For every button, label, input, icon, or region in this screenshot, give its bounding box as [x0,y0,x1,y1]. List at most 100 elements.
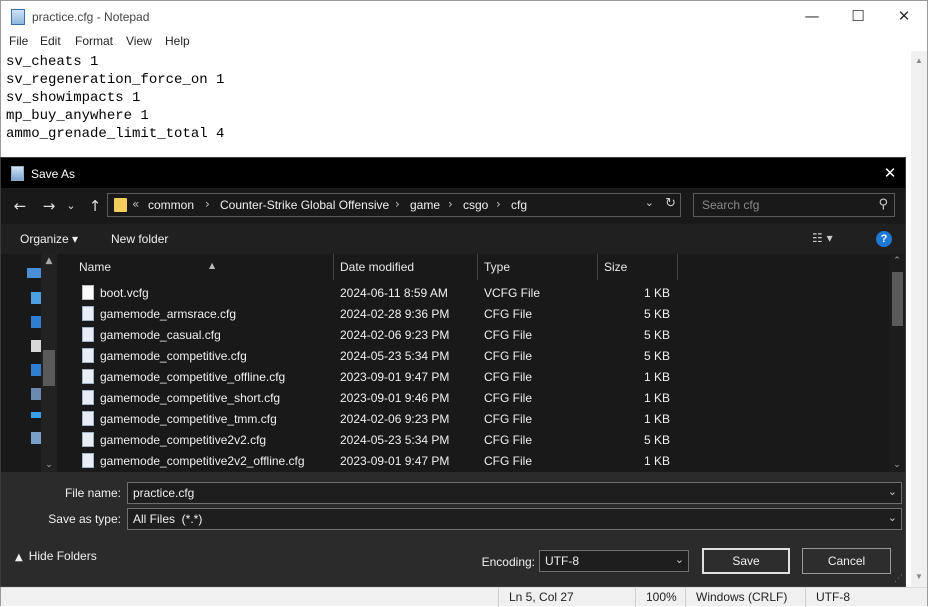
breadcrumb-game[interactable]: game [410,198,440,212]
scroll-up-arrow-icon[interactable]: ⌃ [889,256,905,266]
view-options-icon[interactable]: ☷ ▾ [812,231,833,245]
file-type: VCFG File [484,286,541,300]
videos-icon[interactable] [31,432,41,444]
file-name: gamemode_competitive2v2_offline.cfg [100,454,305,468]
pictures-icon[interactable] [31,412,41,418]
file-name-combobox[interactable]: ⌄ [127,482,902,504]
file-row[interactable]: gamemode_competitive_short.cfg 2023-09-01… [63,387,889,408]
file-type: CFG File [484,391,532,405]
breadcrumb-overflow[interactable]: « [132,197,139,211]
editor-line: mp_buy_anywhere 1 [6,108,149,124]
scroll-down-arrow-icon[interactable]: ▼ [911,569,927,585]
breadcrumb-csgo[interactable]: csgo [463,198,488,212]
address-bar[interactable]: « common › Counter-Strike Global Offensi… [107,193,681,217]
back-arrow-icon[interactable]: ← [10,196,30,216]
sort-ascending-icon: ▲ [209,261,216,270]
help-icon[interactable]: ? [876,231,892,247]
refresh-icon[interactable]: ↻ [665,196,676,211]
scroll-up-arrow-icon[interactable]: ▲ [41,256,57,266]
save-button[interactable]: Save [702,548,790,574]
window-title: practice.cfg - Notepad [32,10,150,24]
file-date-modified: 2023-09-01 9:47 PM [340,370,450,384]
menu-view[interactable]: View [126,34,152,48]
scrollbar-thumb[interactable] [43,350,55,386]
save-as-type-select[interactable]: All Files (*.*) ⌄ [127,508,902,530]
editor-scrollbar[interactable]: ▲ ▼ [911,51,927,587]
computer-icon[interactable] [27,268,41,278]
cancel-button[interactable]: Cancel [802,548,891,574]
menu-bar: File Edit Format View Help [1,32,927,51]
desktop-icon[interactable] [31,316,41,328]
navigation-pane[interactable]: ▲ ⌄ [1,254,63,472]
file-date-modified: 2024-02-06 9:23 PM [340,412,450,426]
scroll-down-arrow-icon[interactable]: ⌄ [41,460,57,470]
file-row[interactable]: gamemode_competitive2v2.cfg 2024-05-23 5:… [63,429,889,450]
organize-button[interactable]: Organize ▾ [20,232,78,246]
scroll-up-arrow-icon[interactable]: ▲ [911,53,927,69]
file-size: 5 KB [643,328,670,342]
file-row[interactable]: gamemode_casual.cfg 2024-02-06 9:23 PM CFG… [63,324,889,345]
dialog-close-button[interactable]: ✕ [875,158,905,188]
scroll-down-arrow-icon[interactable]: ⌄ [889,460,905,470]
minimize-button[interactable]: — [789,1,835,32]
column-type[interactable]: Type [478,254,598,280]
search-input[interactable] [694,194,870,216]
resize-grip-icon[interactable]: ⋰ [894,573,903,584]
close-button[interactable]: ✕ [881,1,927,32]
file-row[interactable]: gamemode_competitive2v2_offline.cfg 2023-… [63,450,889,471]
column-name[interactable]: Name ▲ [73,254,334,280]
dialog-titlebar[interactable]: Save As ✕ [1,158,905,188]
file-icon [82,453,94,468]
file-date-modified: 2024-02-28 9:36 PM [340,307,450,321]
breadcrumb-common[interactable]: common [148,198,194,212]
address-dropdown-icon[interactable]: ⌄ [645,196,654,209]
drive-icon[interactable] [31,292,41,304]
search-box[interactable]: ⚲ [693,193,895,217]
chevron-down-icon[interactable]: ⌄ [675,553,684,566]
menu-help[interactable]: Help [165,34,190,48]
up-arrow-icon[interactable]: ↑ [85,196,105,216]
menu-file[interactable]: File [9,34,28,48]
hide-folders-button[interactable]: ▲ Hide Folders [15,549,97,563]
file-date-modified: 2023-09-01 9:47 PM [340,454,450,468]
file-row[interactable]: gamemode_competitive_offline.cfg 2023-09-… [63,366,889,387]
column-date-modified[interactable]: Date modified [334,254,478,280]
chevron-down-icon[interactable]: ⌄ [888,511,897,524]
file-name: boot.vcfg [100,286,149,300]
menu-edit[interactable]: Edit [40,34,61,48]
encoding-select[interactable]: UTF-8 ⌄ [539,550,689,572]
editor-line: sv_cheats 1 [6,54,99,70]
file-icon [82,306,94,321]
downloads-icon[interactable] [31,364,41,376]
file-row[interactable]: boot.vcfg 2024-06-11 8:59 AM VCFG File 1 KB [63,282,889,303]
search-icon[interactable]: ⚲ [878,197,888,212]
file-name-input[interactable] [128,483,873,503]
scrollbar-thumb[interactable] [892,272,903,326]
file-type: CFG File [484,433,532,447]
forward-arrow-icon[interactable]: → [39,196,59,216]
file-row[interactable]: gamemode_competitive.cfg 2024-05-23 5:34 … [63,345,889,366]
breadcrumb-csgo-root[interactable]: Counter-Strike Global Offensive [220,198,389,212]
file-size: 1 KB [643,412,670,426]
new-folder-button[interactable]: New folder [111,232,168,246]
breadcrumb-cfg[interactable]: cfg [511,198,527,212]
file-name: gamemode_casual.cfg [100,328,221,342]
maximize-button[interactable]: ☐ [835,1,881,32]
hide-folders-label: Hide Folders [28,549,97,563]
recent-locations-chevron-icon[interactable]: ⌄ [64,196,78,216]
file-list: Name ▲ Date modified Type Size boot.vcfg 2… [63,254,889,472]
notepad-titlebar[interactable]: practice.cfg - Notepad — ☐ ✕ [1,1,927,32]
navigation-pane-scrollbar[interactable]: ▲ ⌄ [41,254,57,472]
editor-line: ammo_grenade_limit_total 4 [6,126,225,142]
file-row[interactable]: gamemode_armsrace.cfg 2024-02-28 9:36 PM C… [63,303,889,324]
file-row[interactable]: gamemode_competitive_tmm.cfg 2024-02-06 9… [63,408,889,429]
file-icon [82,432,94,447]
menu-format[interactable]: Format [75,34,113,48]
documents-icon[interactable] [31,340,41,352]
file-name: gamemode_armsrace.cfg [100,307,237,321]
chevron-down-icon[interactable]: ⌄ [888,485,897,498]
column-size[interactable]: Size [598,254,678,280]
music-icon[interactable] [31,388,41,400]
file-list-scrollbar[interactable]: ⌃ ⌄ [889,254,905,472]
breadcrumb-separator-icon: › [395,197,400,211]
